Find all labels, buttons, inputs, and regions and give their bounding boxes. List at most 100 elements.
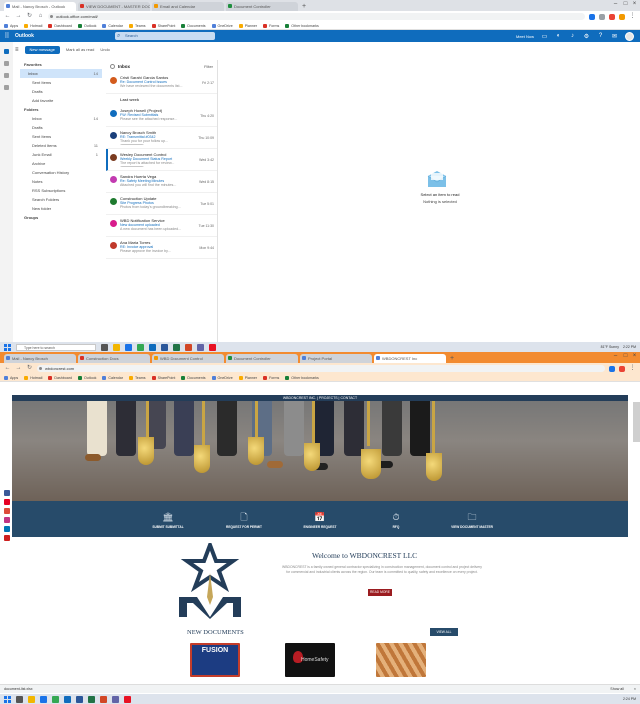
bookmark-item[interactable]: Documents (181, 23, 206, 28)
back-icon[interactable]: ← (4, 13, 11, 20)
extension-icon[interactable] (619, 365, 625, 372)
outlook-brand[interactable]: Outlook (15, 33, 75, 39)
tasks-icon[interactable] (4, 85, 9, 90)
folder-item[interactable]: Drafts (20, 123, 102, 132)
excel-icon[interactable] (88, 695, 95, 703)
attachment-chip[interactable]: Report.xlsx (120, 166, 144, 167)
word-icon[interactable] (161, 343, 168, 351)
folder-item[interactable]: Add favorite (20, 96, 102, 105)
folder-item[interactable]: Deleted Items 11 (20, 141, 102, 150)
bookmark-item[interactable]: OneDrive (211, 375, 233, 380)
folder-item[interactable]: Conversation History (20, 168, 102, 177)
show-all-button[interactable]: Show all (610, 687, 634, 691)
read-more-button[interactable]: READ MORE (368, 589, 392, 596)
word-icon[interactable] (76, 695, 83, 703)
attachment-chip[interactable]: drawing.pdf (120, 144, 145, 145)
browser-tab[interactable]: WBD Document Control (152, 354, 224, 363)
clock[interactable]: 2:22 PM (623, 345, 636, 349)
minimize-icon[interactable]: – (611, 352, 620, 361)
download-item[interactable]: document-list.xlsx (4, 687, 33, 691)
app-icon[interactable] (124, 695, 131, 703)
search-icon[interactable] (16, 695, 23, 703)
people-icon[interactable] (4, 73, 9, 78)
menu-icon[interactable]: ⋮ (629, 365, 636, 372)
instagram-icon[interactable] (4, 517, 10, 523)
mark-all-read-button[interactable]: Mark all as read (66, 47, 94, 52)
bookmark-item[interactable]: Teams (128, 23, 146, 28)
bookmark-item[interactable]: SharePoint (151, 375, 175, 380)
avatar[interactable] (625, 31, 634, 41)
scrollbar[interactable] (633, 402, 640, 442)
new-tab-icon[interactable]: + (300, 3, 308, 11)
bookmark-item[interactable]: Apps (4, 375, 18, 380)
folder-item[interactable]: Favorites (20, 60, 102, 69)
teams-icon[interactable] (112, 695, 119, 703)
edge-icon[interactable] (40, 695, 47, 703)
list-item[interactable]: Construction Update Site Progress Photos P… (106, 193, 217, 215)
browser-tab[interactable]: Document Controller (226, 2, 298, 11)
browser-tab[interactable]: Mail - Nancy Brosch - Outlook (4, 2, 76, 11)
folder-item[interactable]: Search Folders (20, 195, 102, 204)
bookmark-item[interactable]: Other bookmarks (285, 375, 319, 380)
folder-item[interactable]: Inbox 14 (20, 114, 102, 123)
document-card[interactable] (376, 643, 426, 677)
folder-item[interactable]: Notes (20, 177, 102, 186)
folder-item[interactable]: Drafts (20, 87, 102, 96)
google-plus-icon[interactable] (4, 508, 10, 514)
bookmark-item[interactable]: Hotmail (24, 23, 42, 28)
bookmark-item[interactable]: Calendar (102, 23, 123, 28)
reload-icon[interactable]: ↻ (26, 365, 33, 372)
address-bar[interactable]: outlook.office.com/mail/ (48, 13, 585, 20)
back-icon[interactable]: ← (4, 365, 11, 372)
list-item[interactable]: Cristi Sarahi Garcia Santos Re: Document … (106, 72, 217, 94)
forward-icon[interactable]: → (15, 365, 22, 372)
bookmark-item[interactable]: Dashboard (48, 23, 72, 28)
powerpoint-icon[interactable] (100, 695, 107, 703)
list-item[interactable]: Joseph Howell (Project) FW: Revised Submi… (106, 105, 217, 127)
browser-tab[interactable]: Mail - Nancy Brosch (4, 354, 76, 363)
youtube-icon[interactable] (4, 535, 10, 541)
chrome-icon[interactable] (137, 343, 144, 351)
home-icon[interactable]: ⌂ (37, 13, 44, 20)
document-card[interactable]: HomeSafety (285, 643, 335, 677)
video-icon[interactable]: ▭ (541, 33, 548, 40)
menu-icon[interactable]: ⋮ (629, 13, 636, 20)
quick-link[interactable]: ⏱ RFQ (370, 512, 422, 529)
extension-icon[interactable] (609, 13, 615, 20)
clock[interactable]: 2:24 PM (623, 697, 636, 701)
app-launcher-icon[interactable]: ⠿ (3, 32, 11, 40)
browser-tab[interactable]: Construction Docs (78, 354, 150, 363)
hamburger-icon[interactable]: ≡ (15, 47, 19, 53)
bell-icon[interactable]: ♪ (569, 33, 576, 39)
windows-start-icon[interactable] (4, 695, 11, 703)
file-explorer-icon[interactable] (28, 695, 35, 703)
folder-item[interactable]: Sent Items (20, 78, 102, 87)
folder-item[interactable]: New folder (20, 204, 102, 213)
reload-icon[interactable]: ↻ (26, 13, 33, 20)
folder-item[interactable]: Groups (20, 213, 102, 222)
bookmark-item[interactable]: Planner (238, 375, 257, 380)
app-icon[interactable] (209, 343, 216, 351)
quick-link[interactable]: 🏛 SUBMIT SUBMITTAL (142, 512, 194, 529)
bookmark-item[interactable]: Apps (4, 23, 18, 28)
extension-icon[interactable] (589, 13, 595, 20)
bookmark-item[interactable]: Forms (263, 23, 279, 28)
folder-item[interactable]: Archive (20, 159, 102, 168)
forward-icon[interactable]: → (15, 13, 22, 20)
address-bar[interactable]: wbdoncrest.com (37, 365, 605, 372)
bookmark-item[interactable]: Outlook (77, 23, 96, 28)
list-item[interactable]: Ana Maria Torres RE: Invoice approval Plea… (106, 237, 217, 259)
bookmark-item[interactable]: Planner (238, 23, 257, 28)
document-card[interactable]: FUSION (190, 643, 240, 677)
new-message-button[interactable]: New message (24, 45, 60, 54)
chrome-icon[interactable] (52, 695, 59, 703)
bookmark-item[interactable]: Dashboard (48, 375, 72, 380)
lightbulb-icon[interactable]: ◐ (555, 33, 562, 39)
bookmark-item[interactable]: Other bookmarks (285, 23, 319, 28)
bookmark-item[interactable]: SharePoint (151, 23, 175, 28)
linkedin-icon[interactable] (4, 526, 10, 532)
outlook-icon[interactable] (64, 695, 71, 703)
quick-link[interactable]: 📅 ENGINEER REQUEST (294, 512, 346, 529)
powerpoint-icon[interactable] (185, 343, 192, 351)
folder-item[interactable]: Inbox 14 (20, 69, 102, 78)
